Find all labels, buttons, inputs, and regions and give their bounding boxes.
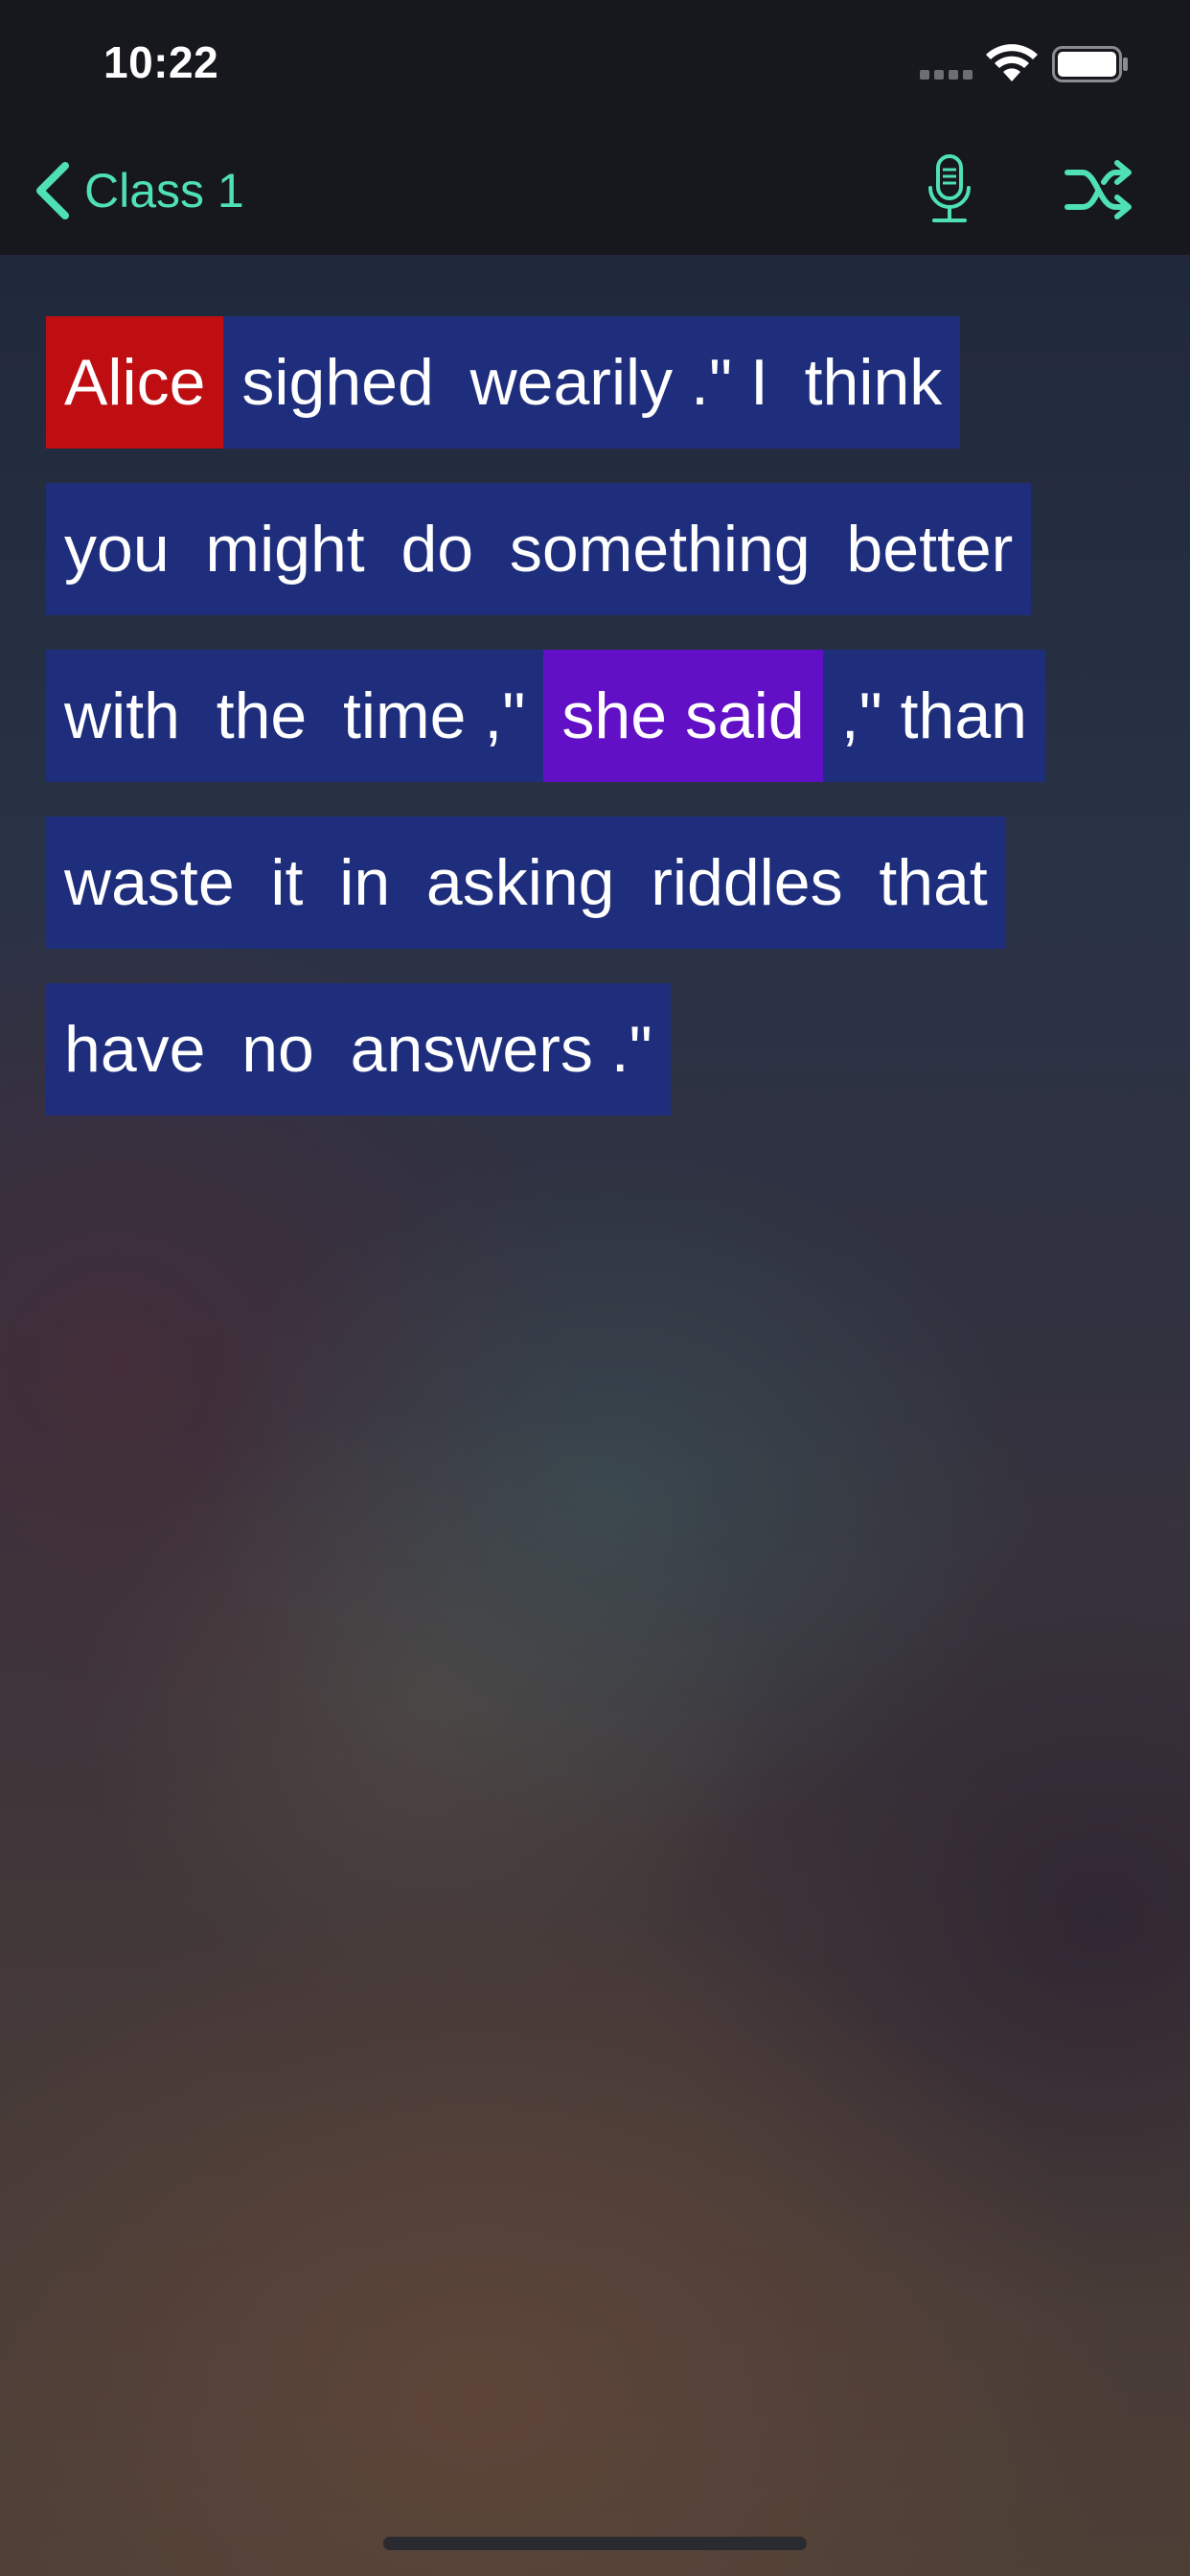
back-label: Class 1: [84, 164, 244, 218]
home-indicator[interactable]: [383, 2537, 807, 2550]
status-bar: 10:22: [0, 0, 1190, 128]
wifi-icon: [986, 44, 1038, 81]
word-chunk[interactable]: waste it in asking riddles that: [46, 816, 1006, 949]
word-chunk[interactable]: ," than: [822, 650, 1045, 782]
back-button[interactable]: Class 1: [33, 157, 244, 224]
word-chunk[interactable]: have no answers .": [46, 983, 671, 1116]
shuffle-icon[interactable]: [1064, 157, 1134, 222]
microphone-icon[interactable]: [926, 153, 973, 226]
subject-chunk[interactable]: Alice: [46, 316, 224, 448]
sentence-area: Alice sighed wearily ." I think you migh…: [46, 316, 1157, 1150]
word-chunk[interactable]: with the time ,": [46, 650, 544, 782]
sentence-line: Alice sighed wearily ." I think: [46, 316, 1157, 448]
navigation-bar: Class 1: [0, 128, 1190, 255]
sentence-line: waste it in asking riddles that: [46, 816, 1157, 949]
chevron-left-icon: [36, 162, 69, 219]
status-time: 10:22: [103, 37, 219, 87]
word-chunk[interactable]: sighed wearily ." I think: [223, 316, 961, 448]
sentence-line: have no answers .": [46, 983, 1157, 1116]
cellular-signal-icon: [920, 70, 973, 80]
sentence-line: you might do something better: [46, 483, 1157, 615]
battery-icon: [1052, 46, 1128, 82]
word-chunk[interactable]: you might do something better: [46, 483, 1032, 615]
sentence-line: with the time ," she said ," than: [46, 650, 1157, 782]
attribution-chunk[interactable]: she said: [543, 650, 823, 782]
